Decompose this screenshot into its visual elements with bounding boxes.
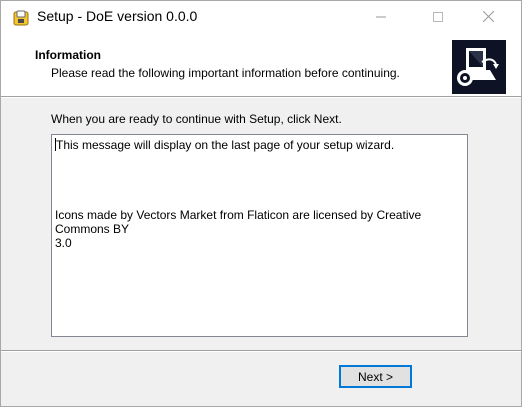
memo-line: This message will display on the last pa… — [56, 138, 395, 152]
minimize-icon — [376, 16, 386, 17]
setup-window: Setup - DoE version 0.0.0 Information Pl… — [0, 0, 522, 407]
page-title: Information — [35, 48, 101, 62]
memo-line: Icons made by Vectors Market from Flatic… — [55, 208, 425, 236]
window-title: Setup - DoE version 0.0.0 — [37, 8, 198, 24]
installer-computer-icon — [452, 40, 506, 94]
memo-line: 3.0 — [55, 236, 72, 250]
info-memo[interactable]: This message will display on the last pa… — [51, 134, 468, 337]
minimize-button[interactable] — [358, 1, 404, 32]
close-icon — [482, 11, 494, 22]
page-subtitle: Please read the following important info… — [51, 66, 400, 80]
title-bar[interactable]: Setup - DoE version 0.0.0 — [1, 1, 521, 32]
header-divider — [1, 96, 521, 98]
maximize-icon — [433, 11, 443, 22]
footer-divider — [1, 350, 521, 352]
close-button[interactable] — [465, 1, 511, 32]
intro-text: When you are ready to continue with Setu… — [51, 112, 342, 126]
maximize-button[interactable] — [415, 1, 461, 32]
next-button[interactable]: Next > — [339, 365, 412, 388]
wizard-header: Information Please read the following im… — [1, 32, 521, 96]
setup-app-icon — [13, 10, 29, 26]
